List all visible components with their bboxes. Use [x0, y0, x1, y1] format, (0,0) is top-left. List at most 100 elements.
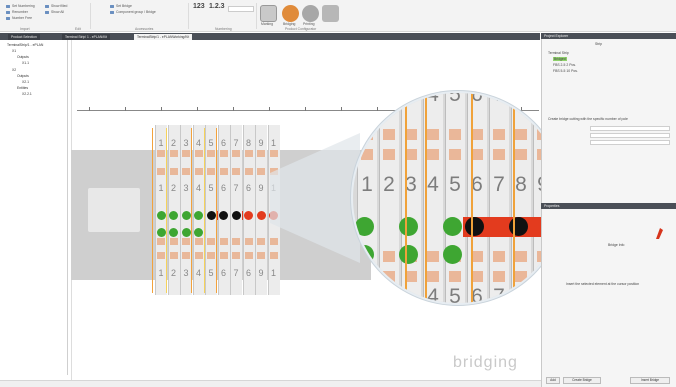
- ruler-tick: [125, 107, 126, 111]
- tree-item[interactable]: Outputs: [17, 74, 29, 78]
- group-label-numbering: Numbering: [215, 27, 232, 31]
- lens-number: 2: [383, 173, 395, 196]
- numbering-dotted[interactable]: 1.2.3: [209, 3, 225, 10]
- terminal-pin: [232, 252, 240, 259]
- numbering-123[interactable]: 123: [193, 3, 205, 10]
- project-explorer-title: Project Explorer: [544, 34, 569, 38]
- magnifier-lens: 1234567891045674567: [351, 91, 565, 305]
- terminal-number: 7: [233, 138, 239, 148]
- property-field[interactable]: [590, 140, 670, 145]
- terminal-number: 6: [220, 268, 226, 278]
- bridge-point[interactable]: [256, 211, 266, 220]
- tree-item[interactable]: X2: [12, 68, 16, 72]
- config-button[interactable]: [322, 5, 339, 22]
- marking-button[interactable]: [260, 5, 277, 22]
- status-bar: [0, 380, 541, 387]
- panel-description: Create bridge cutting with the specific …: [548, 117, 628, 121]
- ribbon-right-item-2[interactable]: Component group / Bridge: [116, 10, 156, 14]
- bridge-point[interactable]: [206, 211, 216, 220]
- terminal-number: 9: [258, 183, 264, 193]
- lens-bridge-point: [443, 245, 462, 264]
- lens-pin: [493, 251, 505, 262]
- bridge-point[interactable]: [194, 211, 203, 220]
- bridge-point[interactable]: [169, 211, 178, 220]
- lens-pin: [449, 271, 461, 282]
- bridge-point[interactable]: [181, 211, 191, 220]
- ribbon-right-item-1[interactable]: Set Bridge: [116, 4, 132, 8]
- bridging-label: Bridging: [283, 22, 296, 26]
- terminal-pin: [157, 168, 165, 175]
- marking-label: Marking: [261, 22, 274, 26]
- panel-tree-item[interactable]: FBS 5-5 10 Pos.: [553, 69, 578, 73]
- tree-item[interactable]: Entities: [17, 86, 28, 90]
- terminal-pin: [169, 168, 178, 175]
- lens-bridge-point: [465, 217, 484, 236]
- terminal-pin: [169, 150, 178, 157]
- bridge-point[interactable]: [194, 228, 203, 237]
- lens-guide-line: [425, 93, 427, 303]
- bridge-point[interactable]: [244, 211, 253, 220]
- property-field[interactable]: [590, 126, 670, 131]
- create-bridge-button[interactable]: Create Bridge: [563, 377, 601, 384]
- bridge-point[interactable]: [156, 211, 166, 220]
- panel-tree-item[interactable]: Bridged: [553, 57, 567, 61]
- terminal-number: 2: [170, 183, 176, 193]
- bridge-point[interactable]: [156, 228, 166, 237]
- terminal-pin: [232, 238, 240, 245]
- show-filled-icon: [45, 5, 49, 8]
- lens-number: 6: [471, 173, 483, 196]
- add-button[interactable]: Add: [546, 377, 560, 384]
- bridge-guide-line: [191, 128, 192, 293]
- ribbon-left-item-1[interactable]: Set Numbering: [12, 4, 35, 8]
- panel-tree-item[interactable]: FBS 2-5 2 Pos.: [553, 63, 576, 67]
- ribbon-separator: [256, 3, 257, 29]
- panel-tree-item[interactable]: Terminal Strip: [548, 51, 569, 55]
- printing-button[interactable]: [302, 5, 319, 22]
- tree-item[interactable]: X1: [12, 49, 16, 53]
- lens-pin: [361, 129, 373, 140]
- property-field[interactable]: [590, 133, 670, 138]
- ruler-tick: [197, 107, 198, 111]
- ribbon-left-item-3[interactable]: Number Free: [12, 16, 32, 20]
- terminal-number: 8: [245, 138, 251, 148]
- terminal-pin: [207, 238, 215, 245]
- numbering-input[interactable]: [228, 6, 254, 12]
- terminal-pin: [232, 168, 240, 175]
- tree-item[interactable]: Outputs: [17, 55, 29, 59]
- bridge-icon: [656, 228, 663, 239]
- bridge-guide-line: [166, 128, 167, 293]
- terminal-pin: [194, 252, 203, 259]
- terminal-number: 4: [195, 138, 201, 148]
- bridging-button[interactable]: [282, 5, 299, 22]
- end-bracket[interactable]: [88, 188, 140, 232]
- project-explorer-header: Project Explorer: [541, 33, 676, 39]
- lens-number: 7: [493, 91, 505, 106]
- lens-pin: [515, 251, 527, 262]
- lens-number: 6: [471, 285, 483, 305]
- tree-item[interactable]: X1.1: [22, 61, 29, 65]
- ribbon-left-item-2[interactable]: Renumber: [12, 10, 28, 14]
- ribbon-mid-item-1[interactable]: Show filled: [51, 4, 67, 8]
- terminal-pin: [219, 238, 228, 245]
- lens-pin: [493, 271, 505, 282]
- bridge-point[interactable]: [181, 228, 191, 237]
- terminal-pin: [257, 168, 265, 175]
- terminal-pin: [169, 252, 178, 259]
- lens-number: 3: [405, 173, 417, 196]
- magnifier-content: 1234567891045674567: [353, 91, 563, 305]
- tree-item[interactable]: TerminalStrip/1 - ePLAN: [7, 43, 43, 47]
- renumber-icon: [6, 11, 10, 14]
- insert-bridge-button[interactable]: Insert Bridge: [630, 377, 670, 384]
- terminal-pin: [232, 150, 240, 157]
- bridge-point[interactable]: [219, 211, 228, 220]
- terminal-pin: [157, 238, 165, 245]
- ribbon-mid-item-2[interactable]: Show All: [51, 10, 64, 14]
- lens-pin: [515, 271, 527, 282]
- properties-title: Properties: [544, 204, 560, 208]
- panel-tab-strip[interactable]: Strip: [595, 42, 602, 46]
- tree-item[interactable]: X2.2.1: [22, 92, 32, 96]
- bridge-point[interactable]: [169, 228, 178, 237]
- terminal-pin: [207, 150, 215, 157]
- tree-item[interactable]: X2.1: [22, 80, 29, 84]
- bridge-point[interactable]: [231, 211, 241, 220]
